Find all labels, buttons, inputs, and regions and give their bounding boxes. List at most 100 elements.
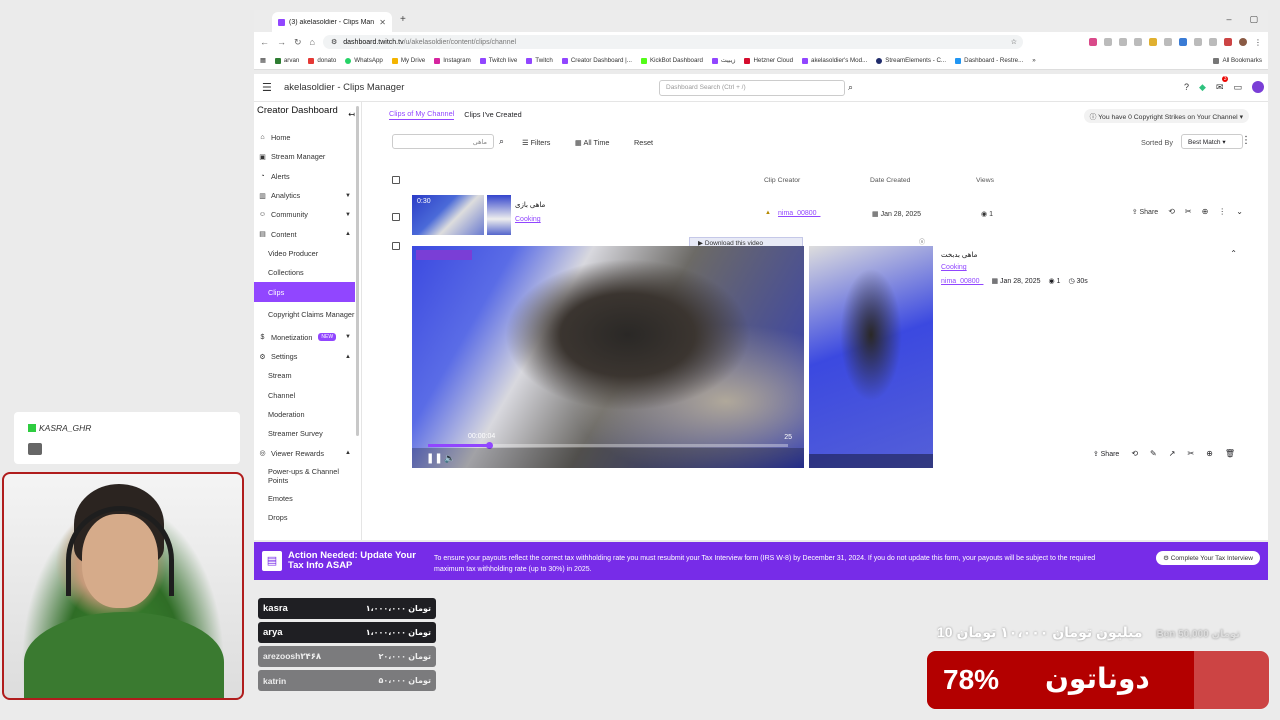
sidebar-item-settings[interactable]: ⚙ Settings ▲ (254, 347, 361, 366)
bookmark-item[interactable]: KickBot Dashboard (640, 57, 703, 64)
sidebar-item-power-ups[interactable]: Power-ups & Channel Points (254, 463, 361, 489)
bookmark-item[interactable]: StreamElements - C... (876, 57, 946, 64)
sidebar-item-collections[interactable]: Collections (254, 263, 361, 282)
profile-icon[interactable] (1239, 38, 1247, 46)
clip-search-input[interactable]: ماهی (392, 134, 494, 149)
extension-icon[interactable] (1194, 38, 1202, 46)
bookmark-item[interactable]: Twitch live (479, 57, 517, 64)
complete-tax-interview-button[interactable]: ⚙ Complete Your Tax Interview (1156, 551, 1260, 565)
avatar[interactable] (1252, 81, 1264, 93)
clip-category-link[interactable]: Cooking (515, 216, 541, 223)
hamburger-menu-icon[interactable]: ☰ (262, 81, 276, 94)
bookmark-item[interactable]: WhatsApp (345, 57, 383, 64)
share-button[interactable]: ⇪ Share (1132, 208, 1159, 216)
video-progress-bar[interactable] (428, 442, 788, 449)
sidebar-item-stream[interactable]: Stream (254, 366, 361, 385)
sort-select[interactable]: Best Match ▾ (1181, 134, 1243, 149)
more-options-icon[interactable]: ⋮ (1241, 135, 1251, 146)
time-range-button[interactable]: ▦ All Time (575, 138, 609, 147)
pause-icon[interactable]: ❚❚ (426, 453, 443, 464)
bookmark-item[interactable]: Creator Dashboard |... (561, 57, 632, 64)
row-checkbox[interactable] (392, 213, 400, 221)
reset-button[interactable]: Reset (634, 138, 653, 147)
apps-icon[interactable]: ▦ (260, 57, 266, 64)
bookmark-item[interactable]: Hetzner Cloud (744, 57, 793, 64)
search-icon[interactable]: ⌕ (848, 82, 853, 93)
clip-title[interactable]: ماهی بازی (515, 201, 545, 209)
sidebar-item-community[interactable]: ☺ Community ▼ (254, 205, 361, 224)
chevron-down-icon[interactable]: ⌄ (1236, 207, 1243, 216)
vertical-clip-preview[interactable] (809, 246, 933, 468)
convert-vertical-icon[interactable]: ⟲ (1168, 207, 1175, 216)
clip-title[interactable]: ماهی بدبخت (941, 251, 977, 259)
delete-trash-icon[interactable]: 🗑 (1225, 449, 1235, 458)
trim-scissors-icon[interactable]: ✂ (1187, 449, 1194, 458)
clip-creator-link[interactable]: nima_00800_ (778, 210, 820, 217)
address-bar[interactable]: ⚙ dashboard.twitch.tv/u/akelasoldier/con… (322, 35, 1023, 49)
bookmark-item[interactable]: arvan (274, 57, 299, 64)
bookmark-item[interactable]: akelasoldier's Mod... (802, 57, 867, 64)
sidebar-item-viewer-rewards[interactable]: ◎ Viewer Rewards ▲ (254, 443, 361, 462)
extension-icon[interactable] (1119, 38, 1127, 46)
sidebar-scrollbar[interactable] (356, 106, 359, 436)
sidebar-item-content[interactable]: ▤ Content ▲ (254, 224, 361, 243)
volume-icon[interactable]: 🔈 (444, 453, 455, 464)
sidebar-item-emotes[interactable]: Emotes (254, 489, 361, 508)
clip-thumbnail-vertical[interactable] (487, 195, 511, 235)
edit-pencil-icon[interactable]: ✎ (1150, 449, 1157, 458)
site-info-icon[interactable]: ⚙ (331, 38, 337, 46)
convert-vertical-icon[interactable]: ⟲ (1131, 449, 1138, 458)
more-bookmarks-icon[interactable]: » (1032, 57, 1035, 64)
extension-icon[interactable] (1179, 38, 1187, 46)
sidebar-item-channel[interactable]: Channel (254, 386, 361, 405)
dashboard-search-input[interactable]: Dashboard Search (Ctrl + /) (659, 80, 845, 96)
clip-creator-link[interactable]: nima_00800_ (941, 278, 983, 285)
bookmark-item[interactable]: My Drive (391, 57, 425, 64)
bookmark-item[interactable]: Twitch (526, 57, 553, 64)
more-options-icon[interactable]: ⋮ (1218, 207, 1226, 216)
menu-dots-icon[interactable]: ⋮ (1254, 38, 1262, 47)
sidebar-item-moderation[interactable]: Moderation (254, 405, 361, 424)
share-button[interactable]: ⇪ Share (1093, 450, 1120, 458)
clip-video-player[interactable]: 25 00:00:04 ❚❚ 🔈 (412, 246, 804, 468)
select-all-checkbox[interactable] (392, 176, 400, 184)
sidebar-item-video-producer[interactable]: Video Producer (254, 244, 361, 263)
copyright-strikes-dropdown[interactable]: ⓘ You have 0 Copyright Strikes on Your C… (1083, 109, 1249, 123)
sidebar-item-home[interactable]: ⌂ Home (254, 128, 361, 147)
download-icon[interactable]: ⊕ (1202, 207, 1209, 216)
home-browser-icon[interactable]: ⌂ (310, 37, 315, 47)
collapse-sidebar-icon[interactable]: ↤ (348, 110, 355, 120)
back-icon[interactable]: ← (260, 37, 269, 47)
extension-icon[interactable] (1089, 38, 1097, 46)
close-tab-icon[interactable]: ✕ (379, 18, 386, 27)
maximize-icon[interactable]: ▢ (1249, 14, 1258, 25)
chevron-up-icon[interactable]: ⌃ (1230, 249, 1237, 258)
notifications-icon[interactable]: ✉ 3 (1216, 75, 1229, 93)
sidebar-item-stream-manager[interactable]: ▣ Stream Manager (254, 147, 361, 166)
search-icon[interactable]: ⌕ (499, 136, 504, 147)
sidebar-item-alerts[interactable]: ◔ Alerts (254, 167, 361, 186)
all-bookmarks[interactable]: All Bookmarks (1213, 57, 1262, 64)
close-ad-icon[interactable]: ⓧ (919, 237, 925, 246)
sidebar-item-copyright-claims[interactable]: Copyright Claims Manager (254, 302, 361, 328)
open-external-icon[interactable]: ↗ (1169, 449, 1176, 458)
whispers-icon[interactable]: ▭ (1233, 82, 1242, 93)
new-tab-icon[interactable]: + (400, 14, 406, 25)
sidebar-item-drops[interactable]: Drops (254, 508, 361, 527)
trim-scissors-icon[interactable]: ✂ (1185, 207, 1192, 216)
download-icon[interactable]: ⊕ (1206, 449, 1213, 458)
sidebar-item-analytics[interactable]: ▥ Analytics ▼ (254, 186, 361, 205)
help-icon[interactable]: ? (1184, 82, 1189, 92)
clip-thumbnail[interactable]: 0:30 (412, 195, 484, 235)
browser-tab[interactable]: (3) akelasoldier - Clips Man ✕ (272, 12, 392, 32)
sidebar-item-streamer-survey[interactable]: Streamer Survey (254, 424, 361, 443)
minimize-icon[interactable]: – (1226, 14, 1231, 25)
bookmark-item[interactable]: donato (308, 57, 336, 64)
bookmark-item[interactable]: Dashboard - Restre... (955, 57, 1023, 64)
table-row[interactable]: 0:30 ماهی بازی Cooking ▲ nima_00800_ ▦ J… (389, 195, 1249, 237)
extension-icon[interactable] (1209, 38, 1217, 46)
extension-icon[interactable] (1149, 38, 1157, 46)
row-checkbox[interactable] (392, 242, 400, 250)
sidebar-item-monetization[interactable]: $ Monetization NEW ▼ (254, 328, 361, 347)
reload-icon[interactable]: ↻ (294, 37, 302, 48)
